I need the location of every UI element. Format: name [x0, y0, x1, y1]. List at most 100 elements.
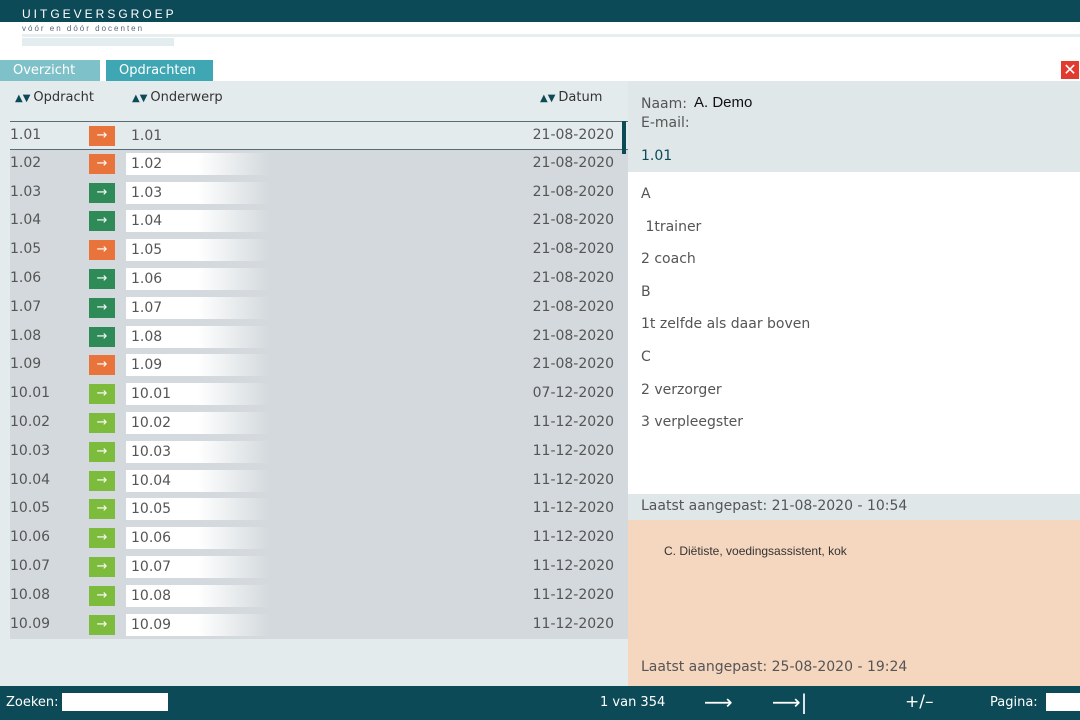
open-arrow-icon[interactable]: →	[89, 441, 115, 462]
answer-line: 2 coach	[641, 251, 696, 268]
naam-label: Naam:	[641, 96, 687, 112]
expand-collapse-button[interactable]: +/–	[905, 692, 933, 712]
row-subject: 10.03	[126, 440, 270, 463]
row-date: 07-12-2020	[532, 385, 614, 402]
naam-value: A. Demo	[694, 94, 753, 111]
tab-overzicht[interactable]: Overzicht	[0, 60, 100, 81]
open-arrow-icon[interactable]: →	[89, 384, 115, 405]
row-date: 11-12-2020	[532, 500, 614, 517]
open-arrow-icon[interactable]: →	[89, 326, 115, 347]
row-code: 10.07	[10, 558, 51, 574]
row-date: 11-12-2020	[532, 414, 614, 430]
feedback-last-modified: Laatst aangepast: 25-08-2020 - 19:24	[641, 659, 908, 675]
open-arrow-icon[interactable]: →	[89, 297, 115, 318]
page-input[interactable]	[1046, 693, 1080, 711]
table-row[interactable]: 1.09 → 1.09 21-08-2020	[10, 351, 628, 380]
row-date: 21-08-2020	[532, 270, 614, 286]
table-row[interactable]: 10.04 → 10.04 11-12-2020	[10, 467, 628, 496]
tab-opdrachten[interactable]: Opdrachten	[106, 60, 213, 81]
row-code: 10.03	[10, 442, 51, 459]
open-arrow-icon[interactable]: →	[89, 557, 115, 577]
column-header-onderwerp[interactable]: ▲▼ Onderwerp	[132, 90, 223, 105]
column-header-datum[interactable]: ▲▼ Datum	[540, 90, 602, 105]
row-code: 1.05	[10, 241, 42, 258]
feedback-area[interactable]: C. Diëtiste, voedingsassistent, kok Laat…	[628, 520, 1080, 686]
column-header-opdracht[interactable]: ▲▼ Opdracht	[15, 90, 94, 105]
table-row[interactable]: 1.03 → 1.03 21-08-2020	[10, 179, 628, 208]
open-arrow-icon[interactable]: →	[89, 413, 115, 433]
row-subject: 10.09	[126, 613, 270, 636]
answer-last-modified-bar: Laatst aangepast: 21-08-2020 - 10:54	[628, 494, 1080, 520]
assignment-id-bar: 1.01	[628, 135, 1080, 172]
row-code: 10.01	[10, 385, 51, 402]
column-header-label: Opdracht	[33, 90, 94, 105]
table-row[interactable]: 10.01 → 10.01 07-12-2020	[10, 380, 628, 409]
row-code: 1.02	[10, 154, 42, 171]
row-date: 21-08-2020	[532, 241, 614, 258]
assignment-id: 1.01	[641, 148, 673, 164]
row-code: 10.06	[10, 529, 51, 546]
row-date: 21-08-2020	[532, 212, 614, 229]
close-button[interactable]: ✕	[1061, 61, 1079, 79]
answer-last-modified: Laatst aangepast: 21-08-2020 - 10:54	[641, 498, 908, 514]
row-date: 11-12-2020	[532, 586, 614, 603]
table-row[interactable]: 10.09 → 10.09 11-12-2020	[10, 611, 628, 640]
detail-panel: Naam: A. Demo E-mail: 1.01 A 1trainer 2 c…	[628, 81, 1080, 686]
open-arrow-icon[interactable]: →	[89, 470, 115, 491]
open-arrow-icon[interactable]: →	[89, 614, 115, 635]
row-code: 10.05	[10, 500, 51, 517]
row-code: 10.08	[10, 586, 51, 603]
open-arrow-icon[interactable]: →	[89, 355, 115, 376]
table-row[interactable]: 1.06 → 1.06 21-08-2020	[10, 265, 628, 294]
row-subject: 1.01	[131, 128, 163, 144]
open-arrow-icon[interactable]: →	[89, 269, 115, 289]
footer-bar: Zoeken: 1 van 354 ⟶ ⟶| +/– Pagina:	[0, 686, 1080, 720]
open-arrow-icon[interactable]: →	[89, 182, 115, 203]
row-code: 10.04	[10, 471, 51, 488]
row-code: 1.09	[10, 356, 42, 373]
open-arrow-icon[interactable]: →	[89, 211, 115, 232]
table-row[interactable]: 10.05 → 10.05 11-12-2020	[10, 495, 628, 524]
table-row[interactable]: 10.06 → 10.06 11-12-2020	[10, 524, 628, 553]
table-header: ▲▼ Opdracht ▲▼ Onderwerp ▲▼ Datum	[0, 81, 628, 121]
answer-line: 1t zelfde als daar boven	[641, 316, 811, 333]
table-row[interactable]: 10.03 → 10.03 11-12-2020	[10, 438, 628, 467]
open-arrow-icon[interactable]: →	[89, 585, 115, 606]
email-label: E-mail:	[641, 115, 690, 131]
row-date: 21-08-2020	[532, 127, 614, 143]
row-date: 21-08-2020	[532, 356, 614, 373]
row-code: 1.01	[10, 127, 42, 143]
table-row[interactable]: 10.02 → 10.02 11-12-2020	[10, 409, 628, 438]
open-arrow-icon[interactable]: →	[89, 153, 115, 174]
search-input[interactable]	[62, 693, 168, 711]
row-date: 21-08-2020	[532, 298, 614, 315]
row-code: 1.04	[10, 212, 42, 229]
sort-icon: ▲▼	[540, 93, 556, 104]
open-arrow-icon[interactable]: →	[89, 528, 115, 549]
row-subject: 10.08	[126, 584, 270, 607]
sort-icon: ▲▼	[15, 93, 31, 104]
row-subject: 1.04	[126, 210, 270, 233]
sort-icon: ▲▼	[132, 93, 148, 104]
scrollbar-thumb[interactable]	[622, 121, 626, 154]
search-label: Zoeken:	[6, 695, 59, 710]
table-row[interactable]: 1.02 → 1.02 21-08-2020	[10, 150, 628, 179]
open-arrow-icon[interactable]: →	[89, 240, 115, 261]
row-subject: 10.07	[126, 556, 270, 578]
table-row[interactable]: 1.01 → 1.01 21-08-2020	[10, 121, 628, 150]
row-subject: 1.05	[126, 239, 270, 262]
table-row[interactable]: 1.08 → 1.08 21-08-2020	[10, 323, 628, 352]
table-row[interactable]: 1.07 → 1.07 21-08-2020	[10, 294, 628, 323]
assignments-panel: ▲▼ Opdracht ▲▼ Onderwerp ▲▼ Datum 1.01 → 1.01…	[0, 81, 628, 686]
table-row[interactable]: 1.04 → 1.04 21-08-2020	[10, 207, 628, 236]
arrow-right-icon[interactable]: ⟶	[704, 690, 733, 714]
open-arrow-icon[interactable]: →	[89, 499, 115, 520]
table-row[interactable]: 10.08 → 10.08 11-12-2020	[10, 582, 628, 611]
table-row[interactable]: 1.05 → 1.05 21-08-2020	[10, 236, 628, 265]
open-arrow-icon[interactable]: →	[89, 126, 115, 146]
table-row[interactable]: 10.07 → 10.07 11-12-2020	[10, 553, 628, 582]
arrow-last-icon[interactable]: ⟶|	[772, 690, 807, 714]
row-subject: 10.01	[126, 383, 270, 406]
column-header-label: Onderwerp	[150, 90, 223, 105]
row-code: 10.02	[10, 414, 51, 430]
